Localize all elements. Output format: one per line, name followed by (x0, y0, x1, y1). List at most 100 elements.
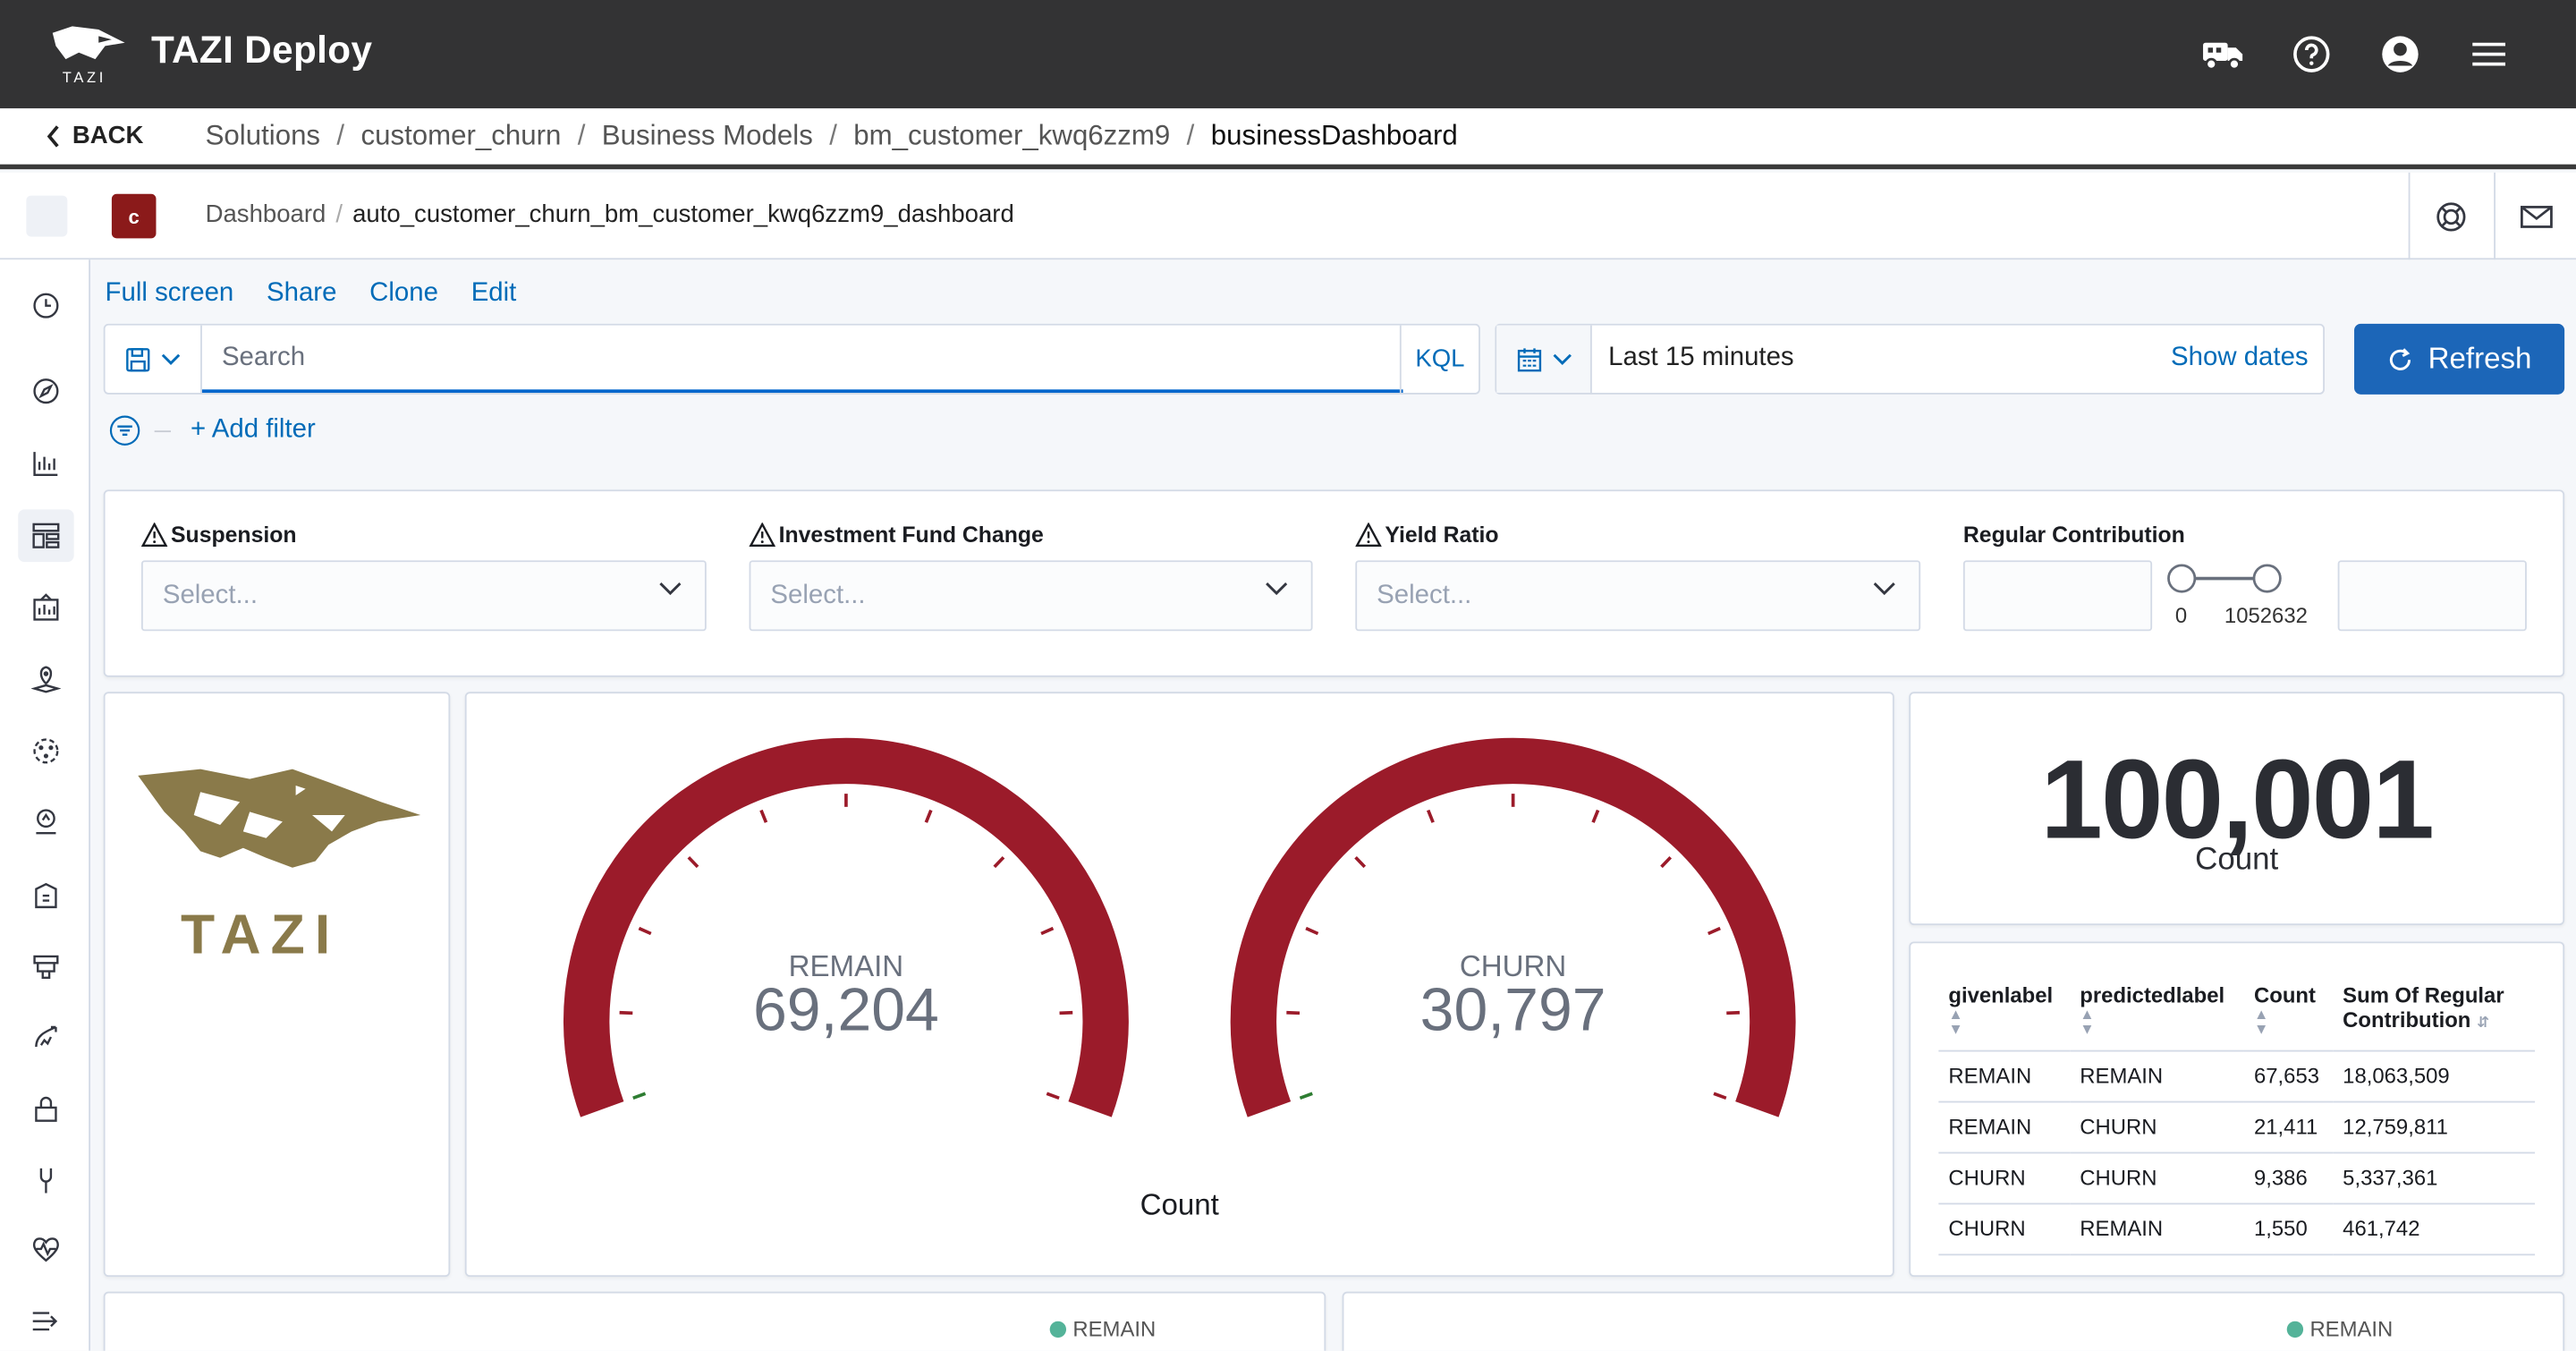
svg-text:TAZI: TAZI (181, 903, 340, 963)
share-link[interactable]: Share (267, 279, 336, 309)
crumb-solution[interactable]: customer_churn (360, 120, 561, 153)
chevron-left-icon (47, 124, 59, 147)
help-icon[interactable] (2287, 30, 2336, 79)
gauge-tick (619, 1010, 633, 1015)
kql-toggle[interactable]: KQL (1399, 325, 1479, 393)
gauge-tick (1707, 926, 1721, 936)
column-header[interactable]: Sum Of Regular Contribution ⇵ (2333, 979, 2536, 1052)
column-header[interactable]: Count ▲ ▼ (2243, 979, 2334, 1052)
dashboard-header: c Dashboard / auto_customer_churn_bm_custo… (0, 172, 2576, 260)
crumb-current: businessDashboard (1210, 120, 1458, 151)
show-dates-link[interactable]: Show dates (2171, 344, 2309, 373)
space-avatar[interactable]: c (111, 193, 157, 239)
dev-tools-icon[interactable] (26, 1160, 65, 1200)
legend-item[interactable]: REMAIN (1049, 1316, 1156, 1341)
ml-icon[interactable] (26, 731, 65, 770)
search-input[interactable]: Search (201, 326, 1403, 393)
monitoring-icon[interactable] (26, 1229, 65, 1269)
gauge-tick (1591, 809, 1600, 823)
newsfeed-button[interactable] (2494, 172, 2576, 260)
graph-icon[interactable] (26, 876, 65, 915)
help-menu-button[interactable] (2408, 172, 2491, 260)
saved-query-button[interactable] (106, 325, 202, 393)
calendar-icon (1516, 347, 1541, 371)
warning-icon (1355, 523, 1382, 547)
crumb-dashboard[interactable]: Dashboard (206, 200, 326, 228)
discover-icon[interactable] (26, 371, 65, 411)
gauge-tick (1713, 1092, 1727, 1100)
kibana-logo-placeholder[interactable] (26, 195, 68, 237)
gauge-tick (1286, 1010, 1301, 1015)
time-picker: Last 15 minutes Show dates (1495, 323, 2325, 395)
metric-label: Count (2195, 843, 2279, 878)
gauge-arc-churn[interactable] (1230, 737, 1796, 1117)
siem-icon[interactable] (26, 1090, 65, 1129)
quick-menu-button[interactable] (1496, 325, 1592, 393)
visualize-icon[interactable] (26, 444, 65, 483)
range-min-input[interactable] (1962, 560, 2153, 632)
legend-dot (1049, 1320, 1067, 1338)
table-row: REMAIN REMAIN 67,653 18,063,509 (1938, 1050, 2536, 1103)
range-max-label: 1052632 (2224, 603, 2308, 628)
user-icon[interactable] (2376, 30, 2425, 79)
crumb-solutions[interactable]: Solutions (206, 120, 320, 153)
chevron-down-icon (659, 582, 682, 596)
yield-ratio-select[interactable]: Select... (1355, 560, 1921, 632)
range-slider[interactable] (2162, 558, 2287, 598)
range-max-input[interactable] (2337, 560, 2527, 632)
confusion-table: givenlabel ▲ ▼ predictedlabel ▲ ▼ Count ▲ ▼ Su… (1938, 979, 2536, 1256)
menu-icon[interactable] (2464, 30, 2513, 79)
full-screen-link[interactable]: Full screen (106, 279, 234, 309)
crumb-business-models[interactable]: Business Models (602, 120, 813, 153)
gauge-value-remain: 69,204 (752, 976, 939, 1044)
chevron-down-icon (1552, 353, 1572, 365)
suspension-select[interactable]: Select... (140, 560, 707, 632)
canvas-icon[interactable] (26, 589, 65, 628)
back-button[interactable]: BACK (46, 122, 143, 149)
column-header[interactable]: predictedlabel ▲ ▼ (2070, 979, 2244, 1052)
gauge-tick (1426, 809, 1435, 823)
apm-icon[interactable] (26, 802, 65, 841)
chevron-down-icon (161, 353, 181, 365)
tazi-logo[interactable]: TAZI (49, 23, 131, 89)
warning-icon (749, 523, 775, 547)
dashboard-icon[interactable] (18, 509, 74, 563)
crumb-model[interactable]: bm_customer_kwq6zzm9 (853, 120, 1170, 153)
recent-icon[interactable] (26, 286, 65, 326)
gauge-tick (1660, 856, 1673, 869)
gauge-tick (1305, 926, 1319, 936)
table-row: REMAIN CHURN 21,411 12,759,811 (1938, 1101, 2536, 1154)
logs-icon[interactable] (26, 947, 65, 986)
range-min-label: 0 (2174, 603, 2188, 628)
control-yield-ratio: Yield Ratio Select... (1355, 523, 1921, 632)
edit-link[interactable]: Edit (471, 279, 517, 309)
refresh-button[interactable]: Refresh (2354, 323, 2565, 395)
truck-icon[interactable] (2199, 30, 2248, 79)
maps-icon[interactable] (26, 659, 65, 699)
gauge-tick (1059, 1010, 1073, 1015)
mail-icon (2520, 205, 2552, 227)
gauge-tick (1299, 1092, 1313, 1100)
time-range[interactable]: Last 15 minutes (1608, 344, 1793, 373)
chevron-down-icon (1266, 582, 1288, 596)
gauge-arc-remain[interactable] (564, 737, 1129, 1117)
chevron-down-icon (1873, 582, 1895, 596)
uptime-icon[interactable] (26, 1019, 65, 1058)
gauge-tick (1354, 856, 1367, 869)
filter-options-icon[interactable] (108, 414, 141, 447)
control-label: Regular Contribution (1962, 523, 2185, 548)
add-filter-button[interactable]: + Add filter (191, 416, 316, 446)
tazi-brand-logo: TAZI (138, 769, 421, 963)
filter-row: + Add filter (108, 414, 316, 447)
column-header[interactable]: givenlabel ▲ ▼ (1938, 979, 2071, 1052)
back-label: BACK (72, 121, 144, 150)
gauge-tick (924, 809, 933, 823)
investment-fund-change-select[interactable]: Select... (749, 560, 1313, 632)
clone-link[interactable]: Clone (369, 279, 438, 309)
save-icon (126, 347, 150, 371)
gauge-tick (993, 856, 1005, 869)
collapse-nav-icon[interactable] (26, 1302, 65, 1341)
legend-dot (2286, 1320, 2304, 1338)
legend-item[interactable]: REMAIN (2286, 1316, 2393, 1341)
control-suspension: Suspension Select... (140, 523, 707, 632)
